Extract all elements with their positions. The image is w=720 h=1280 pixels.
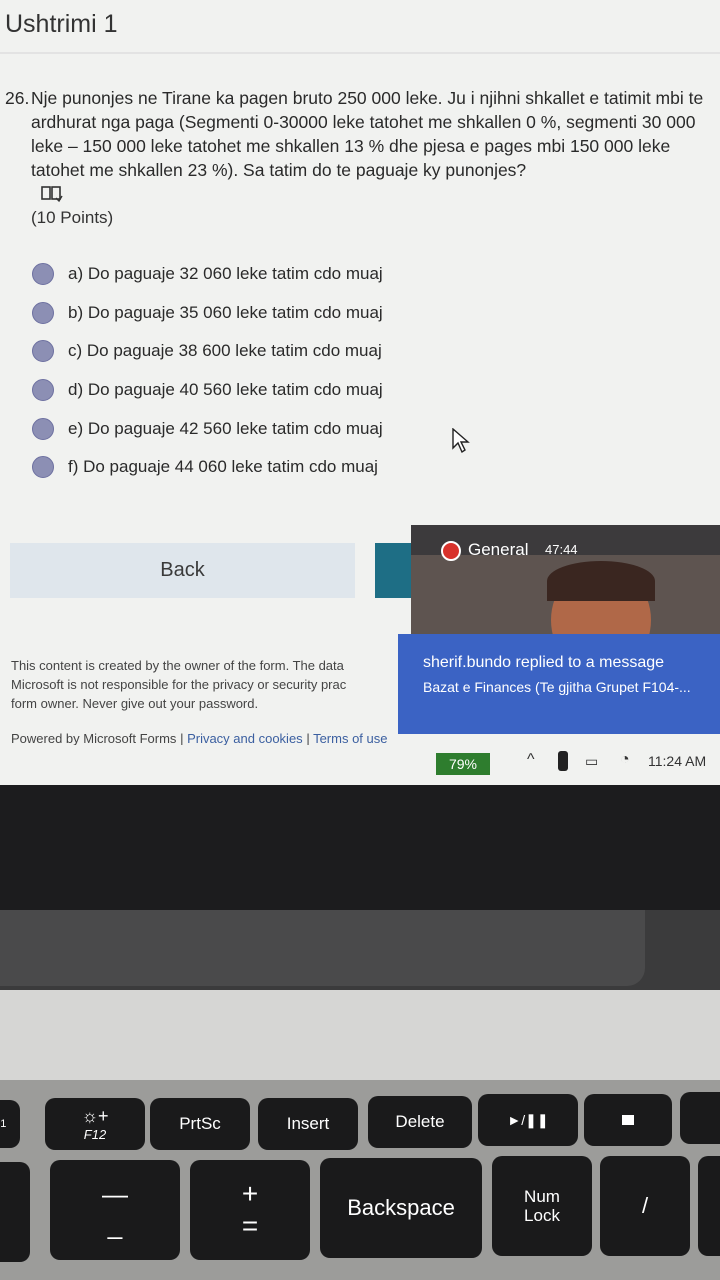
disclaimer-line: This content is created by the owner of …: [11, 658, 344, 673]
disclaimer-line: form owner. Never give out your password…: [11, 696, 259, 711]
key-zero[interactable]: [0, 1162, 30, 1262]
option-label: a) Do paguaje 32 060 leke tatim cdo muaj: [68, 264, 383, 284]
key-top-symbol: —: [102, 1179, 128, 1209]
radio-button[interactable]: [32, 340, 54, 363]
question-block: 26. Nje punonjes ne Tirane ka pagen brut…: [5, 86, 710, 182]
immersive-reader-icon[interactable]: [40, 184, 64, 204]
brightness-icon: ☼+: [81, 1106, 109, 1126]
battery-indicator[interactable]: 79%: [436, 753, 490, 775]
next-button[interactable]: [375, 543, 415, 598]
system-clock[interactable]: 11:24 AM: [648, 753, 706, 769]
call-duration: 47:44: [545, 542, 578, 557]
option-label: e) Do paguaje 42 560 leke tatim cdo muaj: [68, 418, 383, 438]
battery-icon[interactable]: ▭: [585, 753, 598, 770]
chevron-up-icon[interactable]: ^: [527, 751, 535, 769]
taskbar: 79% ^ ▭ ◔ 11:24 AM: [0, 745, 720, 785]
participant-video-hair: [547, 561, 655, 601]
powered-by-text: Powered by Microsoft Forms: [11, 731, 177, 746]
key-num-lock[interactable]: Num Lock: [492, 1156, 592, 1256]
option-label: d) Do paguaje 40 560 leke tatim cdo muaj: [68, 380, 383, 400]
question-number: 26.: [5, 88, 30, 108]
radio-button[interactable]: [32, 417, 54, 440]
question-text: Nje punonjes ne Tirane ka pagen bruto 25…: [31, 88, 704, 180]
mouse-pointer-icon: [452, 427, 470, 459]
radio-button[interactable]: [32, 379, 54, 402]
key-multiply[interactable]: [698, 1156, 720, 1256]
key-equals[interactable]: + =: [190, 1160, 310, 1260]
form-title: Ushtrimi 1: [5, 10, 118, 38]
back-button[interactable]: Back: [10, 543, 355, 598]
key-top-symbol: +: [241, 1178, 259, 1209]
answer-options: a) Do paguaje 32 060 leke tatim cdo muaj…: [32, 255, 383, 487]
disclaimer-line: Microsoft is not responsible for the pri…: [11, 677, 347, 692]
key-label: F12: [83, 1127, 107, 1142]
terms-link[interactable]: Terms of use: [313, 731, 387, 746]
laptop-bezel: [0, 785, 720, 910]
form-disclaimer: This content is created by the owner of …: [11, 656, 401, 713]
key-f12[interactable]: ☼+ F12: [45, 1098, 145, 1150]
option-f[interactable]: f) Do paguaje 44 060 leke tatim cdo muaj: [32, 448, 383, 487]
key-bottom-symbol: _: [107, 1210, 123, 1240]
notification-title: sherif.bundo replied to a message: [423, 654, 665, 671]
key-play-pause[interactable]: ►/❚❚: [478, 1094, 578, 1146]
microphone-icon[interactable]: [558, 751, 568, 771]
notification-body: Bazat e Finances (Te gjitha Grupet F104-…: [423, 679, 691, 695]
key-bottom-symbol: =: [241, 1210, 259, 1241]
privacy-link[interactable]: Privacy and cookies: [187, 731, 303, 746]
teams-call-window[interactable]: General 47:44: [411, 525, 720, 635]
key-next[interactable]: [680, 1092, 720, 1144]
option-d[interactable]: d) Do paguaje 40 560 leke tatim cdo muaj: [32, 371, 383, 410]
radio-button[interactable]: [32, 301, 54, 324]
key-delete[interactable]: Delete: [368, 1096, 472, 1148]
call-channel-name: General: [468, 540, 529, 559]
option-label: b) Do paguaje 35 060 leke tatim cdo muaj: [68, 302, 383, 322]
key-minus[interactable]: — _: [50, 1160, 180, 1260]
powered-by-footer: Powered by Microsoft Forms | Privacy and…: [11, 731, 388, 746]
laptop-hinge-cover: [0, 910, 645, 986]
option-e[interactable]: e) Do paguaje 42 560 leke tatim cdo muaj: [32, 409, 383, 448]
radio-button[interactable]: [32, 263, 54, 286]
key-divide[interactable]: /: [600, 1156, 690, 1256]
option-label: f) Do paguaje 44 060 leke tatim cdo muaj: [68, 457, 378, 477]
key-f11[interactable]: F1: [0, 1100, 20, 1148]
key-insert[interactable]: Insert: [258, 1098, 358, 1150]
question-points: (10 Points): [31, 208, 114, 227]
option-label: c) Do paguaje 38 600 leke tatim cdo muaj: [68, 341, 382, 361]
divider: [0, 52, 720, 54]
browser-screen: Ushtrimi 1 26. Nje punonjes ne Tirane ka…: [0, 0, 720, 785]
option-b[interactable]: b) Do paguaje 35 060 leke tatim cdo muaj: [32, 294, 383, 333]
radio-button[interactable]: [32, 456, 54, 479]
key-prtsc[interactable]: PrtSc: [150, 1098, 250, 1150]
key-backspace[interactable]: Backspace: [320, 1158, 482, 1258]
wifi-icon[interactable]: ◔: [620, 751, 630, 769]
stop-icon: [622, 1115, 634, 1125]
teams-notification[interactable]: sherif.bundo replied to a message Bazat …: [398, 634, 720, 734]
option-c[interactable]: c) Do paguaje 38 600 leke tatim cdo muaj: [32, 332, 383, 371]
option-a[interactable]: a) Do paguaje 32 060 leke tatim cdo muaj: [32, 255, 383, 294]
recording-icon: [441, 541, 461, 561]
key-stop[interactable]: [584, 1094, 672, 1146]
